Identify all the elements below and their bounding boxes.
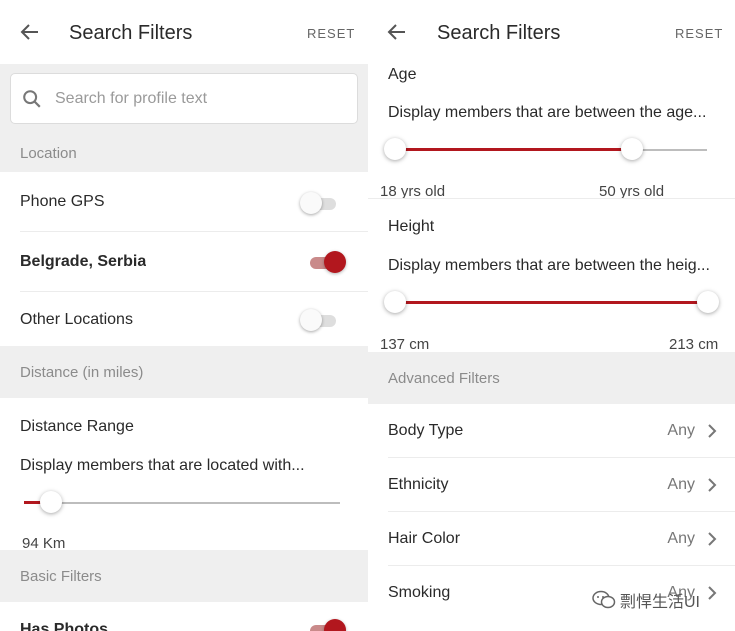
height-title: Height: [388, 218, 435, 235]
right-screen: Search Filters RESET Age Display members…: [368, 0, 735, 631]
age-title: Age: [388, 66, 417, 83]
age-slider-min-thumb[interactable]: [384, 138, 406, 160]
back-arrow-icon[interactable]: [385, 20, 409, 44]
header: Search Filters RESET: [368, 0, 735, 60]
watermark-text: 剽悍生活UI: [620, 594, 701, 611]
search-field[interactable]: [10, 73, 358, 124]
distance-description: Display members that are located with...: [20, 457, 305, 474]
wechat-icon: [592, 590, 616, 609]
page-title: Search Filters: [69, 22, 193, 44]
chevron-right-icon: [708, 532, 717, 546]
height-slider-fill: [395, 301, 708, 304]
height-description: Display members that are between the hei…: [388, 257, 710, 274]
basic-section-header: Basic Filters: [0, 550, 368, 602]
height-min-label: 137 cm: [380, 336, 430, 353]
divider: [20, 231, 368, 232]
page-title: Search Filters: [437, 22, 561, 44]
belgrade-toggle[interactable]: [308, 251, 346, 273]
height-slider-max-thumb[interactable]: [697, 291, 719, 313]
search-icon: [23, 89, 41, 108]
filter-label: Ethnicity: [388, 476, 449, 493]
has-photos-toggle[interactable]: [308, 619, 346, 631]
chevron-right-icon: [708, 586, 717, 600]
has-photos-label: Has Photos: [20, 621, 109, 631]
location-label-other: Other Locations: [20, 311, 133, 328]
height-slider[interactable]: [384, 291, 719, 315]
height-max-label: 213 cm: [669, 336, 719, 353]
age-description: Display members that are between the age…: [388, 104, 707, 121]
chevron-right-icon: [708, 478, 717, 492]
age-slider-fill: [395, 148, 633, 151]
divider: [20, 291, 368, 292]
distance-section-header: Distance (in miles): [0, 346, 368, 398]
filter-row-body-type[interactable]: Body Type Any: [388, 404, 717, 458]
age-slider-max-thumb[interactable]: [621, 138, 644, 160]
left-screen: Search Filters RESET Location Phone GPS …: [0, 0, 368, 631]
back-arrow-icon[interactable]: [18, 20, 42, 44]
filter-row-hair-color[interactable]: Hair Color Any: [388, 512, 717, 566]
phone-gps-toggle[interactable]: [300, 192, 338, 214]
location-label-belgrade: Belgrade, Serbia: [20, 253, 147, 270]
chevron-right-icon: [708, 424, 717, 438]
distance-slider[interactable]: [24, 491, 340, 515]
search-input[interactable]: [55, 89, 335, 108]
filter-value: Any: [667, 422, 695, 439]
age-slider[interactable]: [384, 138, 707, 162]
filter-row-ethnicity[interactable]: Ethnicity Any: [388, 458, 717, 512]
watermark: 剽悍生活UI: [592, 588, 700, 612]
location-label-phone-gps: Phone GPS: [20, 193, 105, 210]
filter-label: Hair Color: [388, 530, 461, 547]
filter-value: Any: [667, 530, 695, 547]
divider: [368, 198, 735, 199]
distance-slider-thumb[interactable]: [39, 491, 62, 513]
header: Search Filters RESET: [0, 0, 368, 66]
advanced-section-header: Advanced Filters: [368, 352, 735, 404]
location-section-header: Location: [0, 134, 368, 172]
filter-label: Smoking: [388, 584, 451, 601]
filter-label: Body Type: [388, 422, 464, 439]
filter-value: Any: [667, 476, 695, 493]
height-slider-min-thumb[interactable]: [384, 291, 406, 313]
reset-button[interactable]: RESET: [675, 26, 723, 41]
other-locations-toggle[interactable]: [300, 309, 338, 331]
distance-range-title: Distance Range: [20, 418, 134, 435]
reset-button[interactable]: RESET: [307, 26, 355, 41]
